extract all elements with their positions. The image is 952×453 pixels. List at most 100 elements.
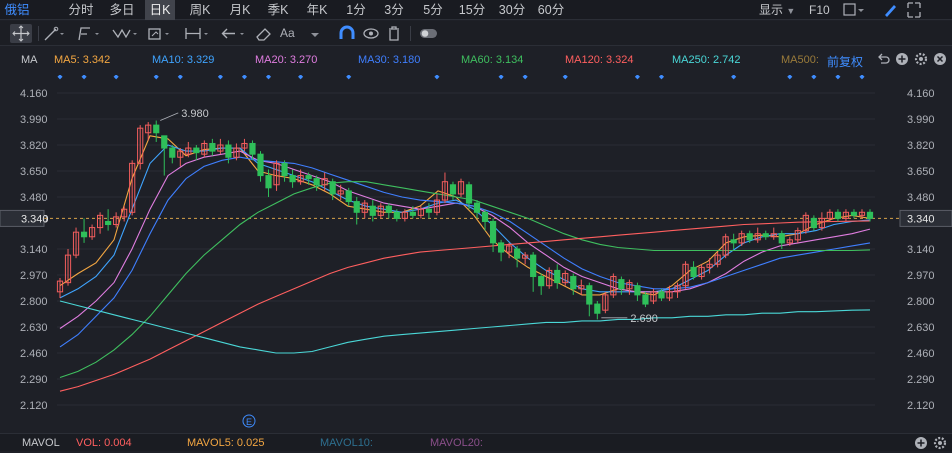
f10-button[interactable]: F10	[809, 0, 830, 20]
price-tick-left: 2.630	[20, 322, 48, 334]
ma-value-7: MA500:	[781, 54, 819, 66]
close-indicator-button[interactable]	[933, 52, 947, 69]
tab-1[interactable]: 分时	[66, 0, 96, 20]
event-e-label: E	[246, 417, 252, 427]
settings-button[interactable]	[933, 436, 947, 453]
tab-4[interactable]: 周K	[185, 0, 215, 20]
add-indicator-button[interactable]	[895, 52, 909, 69]
high-price-label: 3.980	[181, 108, 209, 120]
range-tool[interactable]	[183, 24, 213, 43]
text-tool-icon: Aa	[280, 26, 295, 40]
ma-value-0: MA5: 3.342	[54, 54, 111, 66]
event-marker-dot	[57, 75, 63, 80]
wave-tool[interactable]	[110, 24, 140, 43]
candle-body	[481, 211, 489, 222]
price-tick-right: 2.120	[907, 400, 935, 412]
event-marker-dot	[859, 75, 865, 80]
candle-body	[393, 211, 400, 219]
display-dropdown[interactable]: 显示 ▼	[759, 0, 795, 20]
more-tool[interactable]	[306, 24, 328, 43]
eraser-icon	[256, 28, 271, 41]
tab-0[interactable]: 俄铝	[0, 0, 34, 20]
candle-body	[329, 181, 336, 195]
price-tick-right: 3.480	[907, 192, 935, 204]
candle-body	[473, 202, 481, 213]
text-tool[interactable]: Aa	[280, 24, 295, 43]
settings-button[interactable]	[914, 52, 928, 69]
price-tick-left: 2.800	[20, 296, 48, 308]
undo-ma-button[interactable]	[876, 52, 890, 69]
candle-body	[425, 208, 433, 213]
expand-button[interactable]	[905, 0, 923, 20]
mavol-value-4: MAVOL20:	[430, 437, 483, 449]
price-tick-right: 3.990	[907, 114, 935, 126]
event-marker-dot	[81, 75, 87, 80]
candle-body	[249, 142, 256, 155]
candle-body	[169, 147, 176, 158]
candle-body	[634, 285, 641, 296]
tab-5[interactable]: 月K	[225, 0, 255, 20]
candle-body	[850, 211, 858, 216]
crosshair-tool[interactable]	[10, 24, 32, 43]
ma-label: MA	[21, 54, 38, 66]
layout-dropdown[interactable]	[843, 0, 865, 20]
tab-3[interactable]: 日K	[145, 0, 175, 20]
rect-tool[interactable]	[146, 24, 174, 43]
back-arrow-icon	[221, 28, 244, 39]
tab-6[interactable]: 季K	[263, 0, 293, 20]
price-tick-left: 3.480	[20, 192, 48, 204]
price-tick-left: 2.290	[20, 374, 48, 386]
tab-10[interactable]: 5分	[419, 0, 447, 20]
price-tick-right: 2.630	[907, 322, 935, 334]
tab-11[interactable]: 15分	[456, 0, 488, 20]
path-tool[interactable]	[76, 24, 102, 43]
toggle-tool[interactable]	[418, 24, 440, 43]
candle-body	[586, 285, 593, 305]
line-draw-icon	[44, 26, 64, 41]
tab-8[interactable]: 1分	[342, 0, 370, 20]
candle-body	[497, 242, 505, 253]
event-marker-dot	[562, 75, 568, 80]
magnet-tool[interactable]	[338, 24, 356, 43]
candle-body	[305, 175, 312, 180]
add-indicator-button[interactable]	[914, 436, 928, 453]
ma-value-5: MA120: 3.324	[565, 54, 634, 66]
tab-7[interactable]: 年K	[302, 0, 332, 20]
eraser-tool[interactable]	[254, 24, 274, 43]
event-marker-dot	[113, 75, 119, 80]
candle-body	[209, 142, 216, 152]
event-marker-dot	[835, 75, 841, 80]
candle-body	[281, 162, 288, 177]
candle-body	[866, 211, 874, 219]
tab-9[interactable]: 3分	[380, 0, 408, 20]
price-tick-left: 3.820	[20, 140, 48, 152]
tab-13[interactable]: 60分	[535, 0, 567, 20]
candle-body	[313, 178, 320, 186]
plus-circle-icon	[896, 53, 908, 65]
candle-body	[642, 294, 649, 305]
candle-body	[225, 144, 232, 158]
mavol-indicator-bar: MAVOL VOL: 0.004 MAVOL5: 0.025 MAVOL10: MAVO…	[0, 433, 952, 451]
event-marker-dot	[265, 75, 272, 80]
tab-12[interactable]: 30分	[496, 0, 528, 20]
crosshair-icon	[12, 25, 30, 42]
adjust-mode-button[interactable]: 前复权	[827, 53, 863, 70]
candle-body	[554, 269, 561, 284]
delete-tool[interactable]	[386, 24, 402, 43]
price-tick-right: 2.290	[907, 374, 935, 386]
price-tick-left: 3.140	[20, 244, 48, 256]
ma-value-1: MA10: 3.329	[152, 54, 215, 66]
kline-chart[interactable]: 4.160 4.160 3.990 3.990 3.820 3.820 3.650 3.650…	[0, 75, 952, 432]
tab-2[interactable]: 多日	[107, 0, 137, 20]
visibility-tool[interactable]	[362, 24, 380, 43]
line-tool[interactable]	[42, 24, 66, 43]
price-tick-right: 2.460	[907, 348, 935, 360]
expand-icon	[907, 2, 921, 18]
price-tick-left: 3.990	[20, 114, 48, 126]
event-marker-dot	[498, 75, 504, 80]
price-tick-right: 2.800	[907, 296, 935, 308]
current-price-label-right: 3.340	[907, 213, 935, 225]
ma-line-ma30	[59, 156, 871, 348]
draw-pen-button[interactable]	[882, 0, 898, 20]
undo-tool[interactable]	[219, 24, 249, 43]
